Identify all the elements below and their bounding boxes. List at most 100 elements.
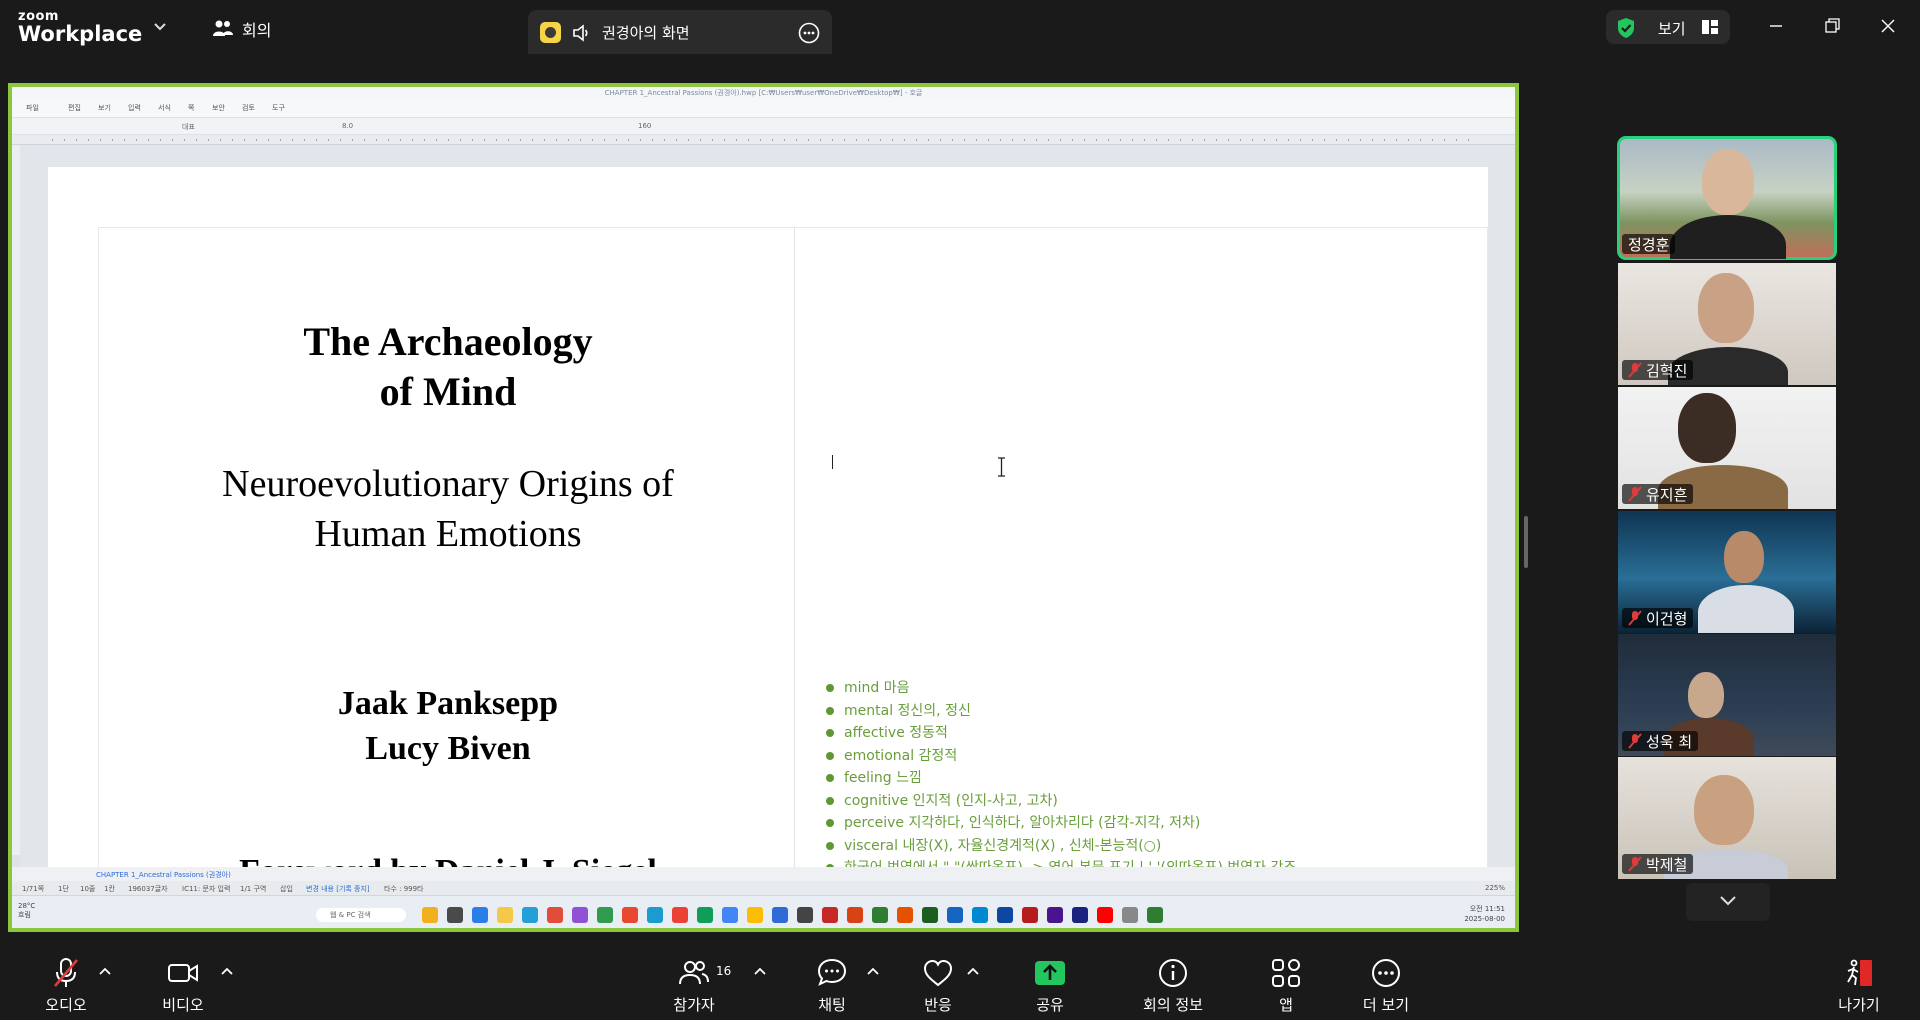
participant-tile[interactable]: 유지흔 bbox=[1618, 387, 1836, 509]
chevron-up-icon[interactable] bbox=[866, 966, 880, 976]
participants-button[interactable]: 참가자 bbox=[668, 956, 720, 1015]
status-insert: 삽입 bbox=[280, 885, 293, 893]
share-button[interactable]: 공유 bbox=[1030, 956, 1070, 1015]
taskbar-app-icon[interactable] bbox=[922, 907, 938, 923]
taskbar-app-icon[interactable] bbox=[497, 907, 513, 923]
taskbar-app-icon[interactable] bbox=[1122, 907, 1138, 923]
taskbar-app-icon[interactable] bbox=[1022, 907, 1038, 923]
screen-share-tab[interactable]: 권경아의 화면 bbox=[528, 10, 832, 54]
participant-name: 성욱 최 bbox=[1646, 732, 1693, 751]
chevron-up-icon[interactable] bbox=[220, 966, 234, 976]
taskbar-app-icon[interactable] bbox=[972, 907, 988, 923]
participant-tile[interactable]: 김혁진 bbox=[1618, 263, 1836, 385]
book-subtitle-line2: Human Emotions bbox=[314, 513, 582, 555]
document-area[interactable]: The Archaeology of Mind Neuroevolutionar… bbox=[20, 145, 1515, 867]
participants-label: 참가자 bbox=[673, 996, 715, 1014]
meeting-info-button[interactable]: 회의 정보 bbox=[1138, 956, 1208, 1015]
minimize-icon[interactable] bbox=[1764, 14, 1788, 38]
shared-screen[interactable]: CHAPTER 1_Ancestral Passions (권경아).hwp [… bbox=[8, 83, 1519, 932]
reactions-button[interactable]: 반응 bbox=[918, 956, 958, 1015]
taskbar-app-icon[interactable] bbox=[847, 907, 863, 923]
apps-button[interactable]: 앱 bbox=[1266, 956, 1306, 1015]
view-button[interactable]: 보기 bbox=[1606, 10, 1730, 44]
video-button[interactable]: 비디오 bbox=[158, 956, 208, 1015]
taskbar-app-icon[interactable] bbox=[747, 907, 763, 923]
taskbar-search[interactable]: 웹 & PC 검색 bbox=[316, 908, 406, 922]
taskbar-app-icon[interactable] bbox=[1097, 907, 1113, 923]
chevron-down-icon[interactable] bbox=[152, 18, 168, 34]
participant-name-tag: 성욱 최 bbox=[1622, 731, 1699, 751]
speaker-icon[interactable] bbox=[572, 24, 590, 42]
hwp-font-size[interactable]: 8.0 bbox=[342, 122, 353, 130]
leave-door-icon bbox=[1847, 959, 1872, 986]
chevron-up-icon[interactable] bbox=[98, 966, 112, 976]
participant-video bbox=[1688, 672, 1724, 718]
chevron-up-icon[interactable] bbox=[753, 966, 767, 976]
taskbar-app-icon[interactable] bbox=[1072, 907, 1088, 923]
panel-resize-handle[interactable] bbox=[1524, 516, 1528, 568]
hwp-doc-tab[interactable]: CHAPTER 1_Ancestral Passions (권경아) bbox=[96, 870, 231, 880]
hwp-menu-page[interactable]: 쪽 bbox=[188, 103, 194, 113]
taskbar-app-icon[interactable] bbox=[547, 907, 563, 923]
more-button[interactable]: 더 보기 bbox=[1360, 956, 1412, 1015]
taskbar-app-icon[interactable] bbox=[422, 907, 438, 923]
taskbar-app-icon[interactable] bbox=[572, 907, 588, 923]
audio-button[interactable]: 오디오 bbox=[40, 956, 92, 1015]
book-title-line1: The Archaeology bbox=[303, 319, 593, 364]
taskbar-app-icon[interactable] bbox=[872, 907, 888, 923]
mic-muted-icon bbox=[1628, 856, 1642, 872]
document-page[interactable]: The Archaeology of Mind Neuroevolutionar… bbox=[48, 167, 1488, 867]
status-track-changes: 변경 내용 [기록 중지] bbox=[306, 885, 370, 893]
hwp-menu-edit[interactable]: 편집 bbox=[68, 103, 81, 113]
participants-icon bbox=[679, 961, 709, 985]
people-icon bbox=[213, 20, 233, 36]
taskbar-app-icon[interactable] bbox=[622, 907, 638, 923]
taskbar-app-icon[interactable] bbox=[772, 907, 788, 923]
taskbar-app-icon[interactable] bbox=[822, 907, 838, 923]
participant-count: 16 bbox=[716, 964, 732, 978]
participants-scroll-down-button[interactable] bbox=[1686, 883, 1770, 921]
hwp-menu-format[interactable]: 서식 bbox=[158, 103, 171, 113]
restore-icon[interactable] bbox=[1820, 14, 1844, 38]
taskbar-app-icon[interactable] bbox=[722, 907, 738, 923]
taskbar-app-icon[interactable] bbox=[472, 907, 488, 923]
more-label: 더 보기 bbox=[1362, 996, 1410, 1014]
taskbar-app-icon[interactable] bbox=[1047, 907, 1063, 923]
participant-video bbox=[1678, 393, 1736, 463]
hwp-menu-view[interactable]: 보기 bbox=[98, 103, 111, 113]
taskbar-app-icon[interactable] bbox=[597, 907, 613, 923]
taskbar-app-icon[interactable] bbox=[447, 907, 463, 923]
participant-tile[interactable]: 정경훈 bbox=[1617, 136, 1837, 260]
mic-muted-icon bbox=[1628, 486, 1642, 502]
taskbar-app-icon[interactable] bbox=[947, 907, 963, 923]
participant-name-tag: 유지흔 bbox=[1622, 484, 1694, 504]
leave-button[interactable]: 나가기 bbox=[1834, 956, 1884, 1015]
participant-tile[interactable]: 박제철 bbox=[1618, 757, 1836, 879]
participant-tile[interactable]: 성욱 최 bbox=[1618, 634, 1836, 756]
taskbar-app-icon[interactable] bbox=[647, 907, 663, 923]
taskbar-app-icon[interactable] bbox=[997, 907, 1013, 923]
hwp-menu-insert[interactable]: 입력 bbox=[128, 103, 141, 113]
meeting-button[interactable]: 회의 bbox=[212, 17, 271, 41]
ibeam-cursor-icon bbox=[998, 457, 1005, 477]
hwp-zoom-ratio[interactable]: 160 bbox=[638, 122, 651, 130]
chat-button[interactable]: 채팅 bbox=[812, 956, 852, 1015]
meeting-label: 회의 bbox=[242, 21, 272, 40]
hwp-menu-tools[interactable]: 도구 bbox=[272, 103, 285, 113]
taskbar-app-icon[interactable] bbox=[797, 907, 813, 923]
more-options-icon[interactable] bbox=[798, 22, 820, 44]
hwp-menu-file[interactable]: 파일 bbox=[26, 103, 39, 113]
taskbar-app-icon[interactable] bbox=[522, 907, 538, 923]
taskbar-app-icon[interactable] bbox=[897, 907, 913, 923]
mic-muted-icon bbox=[1628, 610, 1642, 626]
taskbar-app-icon[interactable] bbox=[1147, 907, 1163, 923]
participant-tile[interactable]: 이건형 bbox=[1618, 511, 1836, 633]
hwp-menu-security[interactable]: 보안 bbox=[212, 103, 225, 113]
zoom-workplace-logo[interactable]: zoom Workplace bbox=[18, 10, 142, 45]
close-icon[interactable] bbox=[1876, 14, 1900, 38]
hwp-menu-review[interactable]: 검토 bbox=[242, 103, 255, 113]
chevron-up-icon[interactable] bbox=[966, 966, 980, 976]
taskbar-app-icon[interactable] bbox=[697, 907, 713, 923]
taskbar-app-icon[interactable] bbox=[672, 907, 688, 923]
hwp-style-select[interactable]: 대표 bbox=[182, 122, 195, 132]
